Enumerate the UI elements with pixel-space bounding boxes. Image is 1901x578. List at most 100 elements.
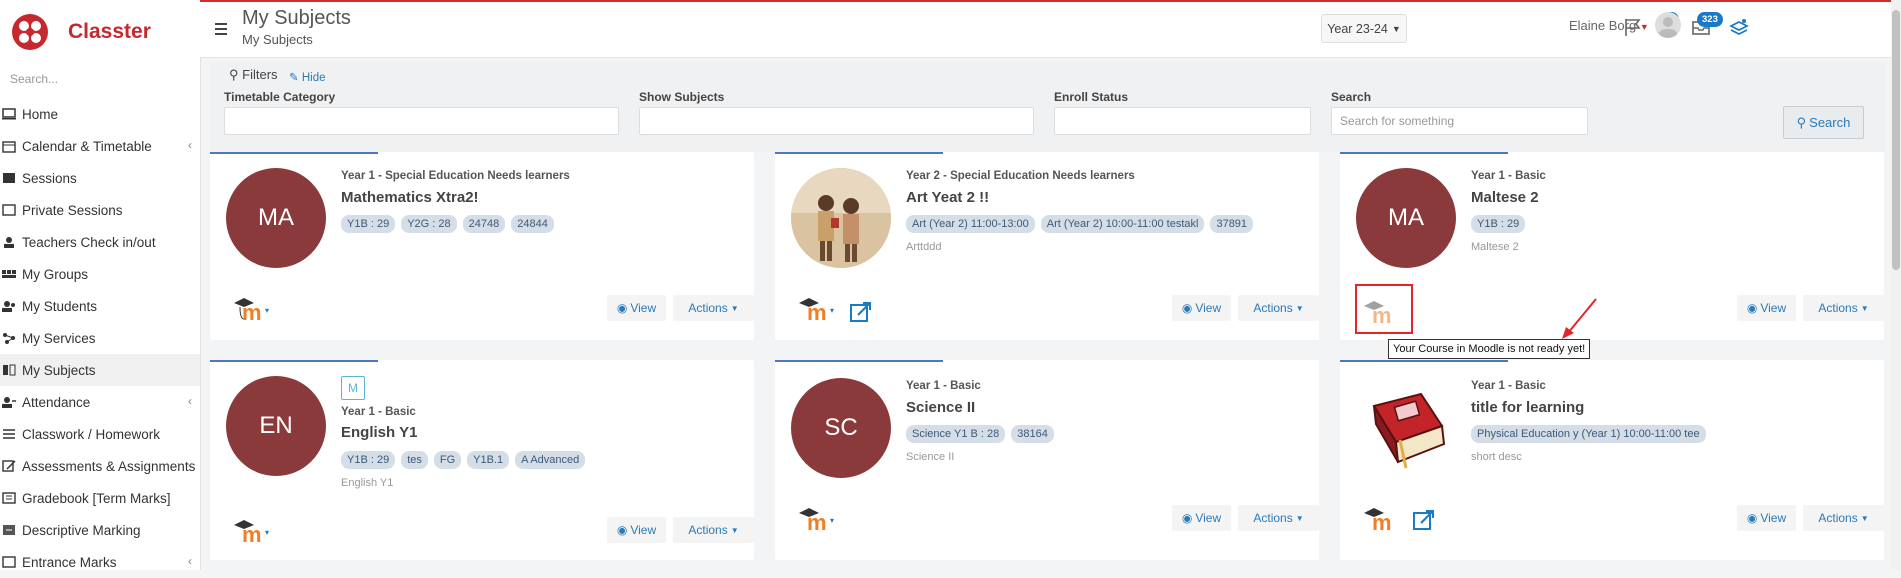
year-select[interactable]: Year 23-24 ▼	[1321, 14, 1407, 43]
moodle-tooltip: Your Course in Moodle is not ready yet!	[1388, 339, 1591, 359]
search-icon: ⚲	[229, 67, 239, 82]
subject-initials: SC	[791, 378, 891, 478]
view-button[interactable]: ◉ View	[607, 517, 666, 543]
view-label: View	[1760, 301, 1787, 315]
caret-down-icon: ▼	[730, 303, 739, 313]
hide-filters-link[interactable]: ✎ Hide	[289, 70, 326, 84]
sidebar-item-label: My Students	[22, 298, 98, 314]
moodle-icon[interactable]: m ▾	[797, 505, 841, 531]
layers-icon[interactable]	[1728, 16, 1750, 38]
avatar[interactable]	[1655, 12, 1681, 38]
sidebar-item-label: My Groups	[22, 266, 89, 282]
view-button[interactable]: ◉ View	[1737, 295, 1796, 321]
actions-dropdown[interactable]: Actions ▼	[1238, 505, 1319, 531]
subject-title[interactable]: Science II	[906, 399, 975, 416]
subject-title[interactable]: English Y1	[341, 424, 417, 441]
sidebar-item-sessions[interactable]: Sessions	[0, 162, 200, 194]
enroll-status-select[interactable]	[1054, 107, 1311, 135]
view-button[interactable]: ◉ View	[1172, 295, 1231, 321]
logo[interactable]: Classter	[0, 0, 200, 64]
actions-label: Actions	[688, 301, 728, 315]
timetable-category-select[interactable]	[224, 107, 619, 135]
tag: Y1B : 29	[341, 451, 396, 469]
attendance-icon	[0, 395, 18, 409]
actions-label: Actions	[1818, 511, 1858, 525]
tag: 37891	[1210, 215, 1254, 233]
eye-icon: ◉	[616, 523, 628, 537]
search-button-label: Search	[1809, 115, 1851, 130]
sidebar-item-my-students[interactable]: My Students	[0, 290, 200, 322]
subject-card: EN M Year 1 - Basic English Y1 Y1B : 29 …	[210, 360, 754, 560]
card-accent	[210, 152, 378, 154]
page-scrollbar[interactable]	[1891, 0, 1901, 570]
sidebar-item-attendance[interactable]: Attendance ‹	[0, 386, 200, 418]
subject-image	[791, 168, 891, 268]
sidebar-item-my-services[interactable]: My Services	[0, 322, 200, 354]
tag: Physical Education y (Year 1) 10:00-11:0…	[1471, 425, 1706, 443]
actions-dropdown[interactable]: Actions ▼	[673, 517, 754, 543]
tag: A Advanced	[515, 451, 586, 469]
actions-dropdown[interactable]: Actions ▼	[1803, 505, 1884, 531]
show-subjects-select[interactable]	[639, 107, 1034, 135]
subject-title[interactable]: Maltese 2	[1471, 189, 1539, 206]
moodle-icon[interactable]: m ▾	[232, 517, 276, 543]
sidebar-item-descriptive-marking[interactable]: Descriptive Marking	[0, 514, 200, 546]
scrollbar-thumb[interactable]	[1892, 10, 1900, 270]
moodle-icon[interactable]: m ▾	[797, 295, 841, 321]
sidebar-item-my-subjects[interactable]: My Subjects	[0, 354, 200, 386]
sidebar-search-input[interactable]: Search...	[0, 64, 200, 94]
sidebar-item-assessments[interactable]: Assessments & Assignments ‹	[0, 450, 200, 482]
search-icon: ⚲	[1796, 114, 1807, 130]
moodle-icon[interactable]: m	[1362, 505, 1406, 531]
subject-card: SC Year 1 - Basic Science II Science Y1 …	[775, 360, 1319, 560]
svg-text:▾: ▾	[265, 306, 269, 315]
view-label: View	[630, 523, 657, 537]
sidebar-item-label: Classwork / Homework	[22, 426, 161, 442]
sidebar-item-private-sessions[interactable]: Private Sessions	[0, 194, 200, 226]
filters-toggle[interactable]: ⚲ Filters	[229, 67, 278, 83]
subject-tags: Science Y1 B : 28 38164	[906, 425, 1054, 443]
eye-icon: ◉	[1181, 511, 1193, 525]
sidebar-item-gradebook[interactable]: Gradebook [Term Marks]	[0, 482, 200, 514]
laptop-icon	[0, 107, 18, 121]
subject-title[interactable]: Art Yeat 2 !!	[906, 189, 989, 206]
pin-icon: ✎	[289, 72, 299, 84]
sidebar-item-label: My Subjects	[22, 362, 96, 378]
sidebar-item-teachers-check[interactable]: Teachers Check in/out	[0, 226, 200, 258]
external-link-icon[interactable]	[849, 300, 873, 324]
entrance-icon	[0, 555, 18, 569]
page-title: My Subjects	[242, 7, 351, 29]
caret-down-icon: ▼	[1391, 23, 1401, 34]
card-accent	[1340, 152, 1508, 154]
hamburger-menu-icon[interactable]	[215, 23, 227, 38]
brand-name: Classter	[68, 20, 151, 43]
search-input[interactable]: Search for something	[1331, 107, 1588, 135]
external-link-icon[interactable]	[1412, 508, 1436, 532]
sidebar-item-my-groups[interactable]: My Groups	[0, 258, 200, 290]
search-button[interactable]: ⚲ Search	[1783, 106, 1864, 139]
sidebar-item-label: Descriptive Marking	[22, 522, 141, 538]
subject-description: Arttddd	[906, 241, 942, 253]
private-sessions-icon	[0, 203, 18, 217]
view-button[interactable]: ◉ View	[1737, 505, 1796, 531]
view-button[interactable]: ◉ View	[607, 295, 666, 321]
user-menu[interactable]: Elaine Borg ▼	[1569, 18, 1649, 33]
sidebar-item-entrance-marks[interactable]: Entrance Marks ‹	[0, 546, 200, 578]
sidebar-item-label: My Services	[22, 330, 96, 346]
gradebook-icon	[0, 491, 18, 505]
subject-title[interactable]: Mathematics Xtra2!	[341, 189, 479, 206]
m-badge: M	[341, 376, 365, 400]
actions-dropdown[interactable]: Actions ▼	[673, 295, 754, 321]
subject-title[interactable]: title for learning	[1471, 399, 1584, 416]
sidebar-item-calendar[interactable]: Calendar & Timetable ‹	[0, 130, 200, 162]
actions-dropdown[interactable]: Actions ▼	[1803, 295, 1884, 321]
sidebar-item-home[interactable]: Home	[0, 98, 200, 130]
sidebar-item-classwork[interactable]: Classwork / Homework	[0, 418, 200, 450]
view-label: View	[1760, 511, 1787, 525]
year-value: Year 23-24	[1327, 21, 1388, 36]
enroll-status-label: Enroll Status	[1054, 90, 1129, 104]
actions-dropdown[interactable]: Actions ▼	[1238, 295, 1319, 321]
view-button[interactable]: ◉ View	[1172, 505, 1231, 531]
check-in-icon	[0, 235, 18, 249]
moodle-icon[interactable]: m ▾	[232, 295, 276, 321]
